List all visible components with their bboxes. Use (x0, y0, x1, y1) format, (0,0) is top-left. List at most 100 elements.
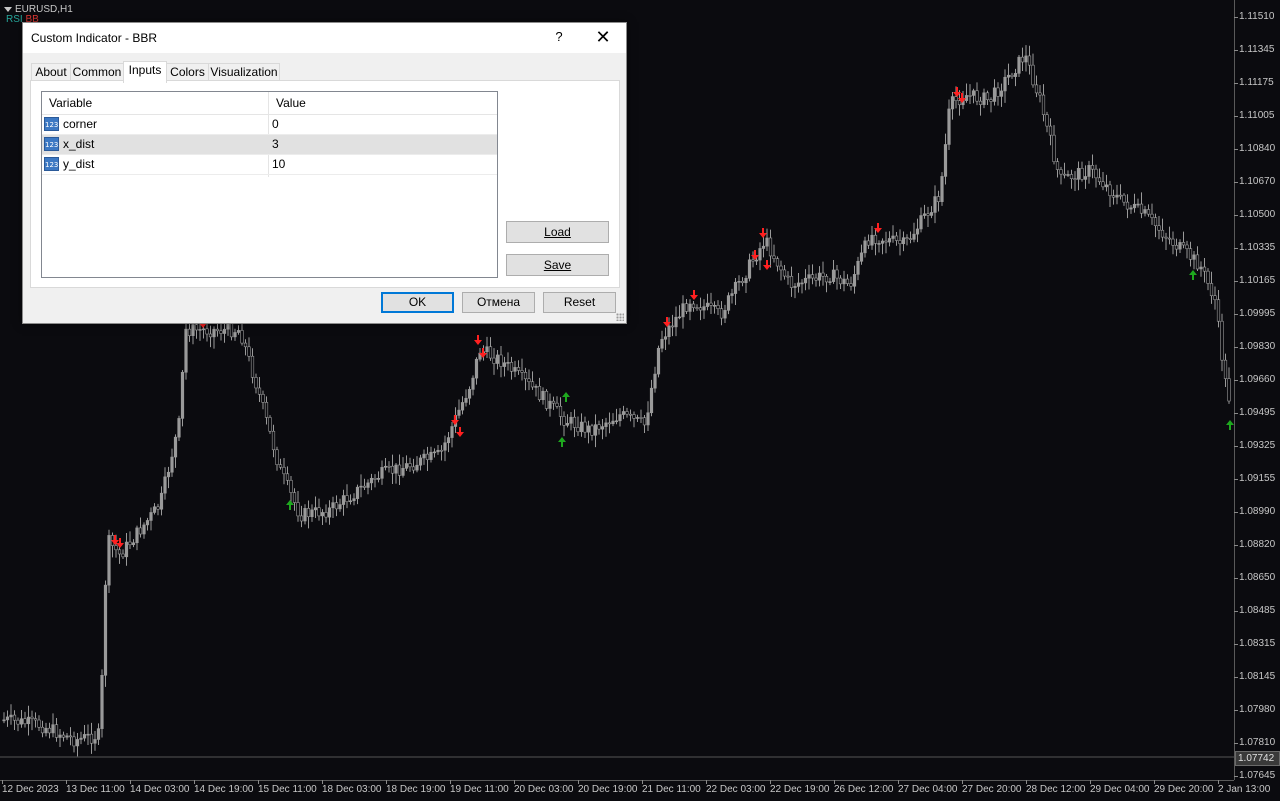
inputs-table[interactable]: Variable Value 123 corner 0 123 x_dist 3… (41, 91, 498, 278)
dialog-title: Custom Indicator - BBR (31, 31, 158, 45)
candle-body (2, 719, 6, 722)
time-axis[interactable]: 12 Dec 2023 13 Dec 11:00 14 Dec 03:00 14 De… (0, 780, 1270, 801)
candle-body (219, 330, 223, 334)
time-tick-label: 22 Dec 03:00 (706, 780, 766, 795)
candle-body (901, 237, 906, 245)
candle-body (1059, 169, 1063, 175)
candle-body (397, 464, 402, 476)
variable-value[interactable]: 3 (272, 135, 279, 154)
candle-body (338, 504, 342, 510)
price-tick-label: 1.08650 (1233, 572, 1276, 583)
candle-body (23, 718, 27, 725)
save-button[interactable]: Save (506, 254, 609, 276)
table-row[interactable]: 123 corner 0 (42, 115, 497, 135)
candle-body (982, 92, 986, 105)
candle-body (1003, 76, 1007, 92)
dialog-title-bar[interactable]: Custom Indicator - BBR ? ✕ (23, 23, 626, 53)
candle-body (488, 346, 493, 359)
candle-body (828, 281, 832, 283)
candle-body (737, 281, 741, 283)
candle-body (796, 282, 801, 287)
candle-body (355, 486, 360, 499)
table-row[interactable]: 123 x_dist 3 (42, 135, 497, 155)
candle-body (968, 95, 972, 97)
candle-body (593, 424, 598, 436)
candle-body (240, 330, 244, 344)
time-tick-label: 12 Dec 2023 (2, 780, 59, 795)
table-row[interactable]: 123 y_dist 10 (42, 155, 497, 175)
candle-body (898, 240, 902, 245)
candle-body (1153, 217, 1158, 226)
dropdown-triangle-icon[interactable] (4, 6, 12, 12)
candle-body (124, 541, 129, 558)
candle-body (19, 718, 24, 725)
ok-button[interactable]: OK (381, 292, 454, 313)
price-tick-label: 1.11510 (1233, 11, 1275, 22)
candle-body (180, 371, 185, 419)
candle-body (159, 492, 164, 510)
table-header: Variable Value (42, 92, 497, 115)
candle-body (373, 477, 377, 480)
price-tick-label: 1.09155 (1233, 473, 1276, 484)
candle-body (1206, 270, 1210, 284)
candle-body (667, 325, 671, 338)
candle-body (555, 402, 559, 407)
candle-body (1171, 238, 1175, 246)
candle-body (131, 542, 136, 546)
resize-grip-icon[interactable] (616, 313, 624, 321)
candle-body (247, 346, 251, 357)
candle-body (394, 464, 398, 474)
candle-body (789, 276, 794, 288)
candle-body (709, 302, 713, 306)
candle-body (299, 515, 304, 522)
candle-body (54, 724, 59, 738)
column-header-value[interactable]: Value (269, 92, 496, 114)
candle-body (457, 409, 461, 416)
candle-body (250, 355, 255, 378)
price-tick-label: 1.09660 (1233, 374, 1276, 385)
candle-body (149, 512, 153, 521)
help-button[interactable]: ? (551, 29, 567, 44)
candle-body (733, 281, 738, 294)
candle-body (544, 390, 549, 409)
candle-body (376, 478, 381, 480)
candle-body (576, 427, 580, 433)
candle-body (1066, 174, 1070, 176)
price-axis[interactable]: 1.11510 1.11345 1.11175 1.11005 1.10840 1.106… (1233, 0, 1280, 781)
sell-arrow-icon (663, 317, 671, 327)
candle-body (537, 386, 542, 401)
candle-body (873, 234, 878, 244)
sell-arrow-icon (759, 228, 767, 238)
candle-body (303, 508, 307, 522)
tab-inputs[interactable]: Inputs (123, 61, 167, 83)
candle-body (467, 389, 472, 399)
cancel-button[interactable]: Отмена (462, 292, 535, 313)
candle-body (275, 449, 279, 465)
candle-body (509, 362, 514, 372)
load-button[interactable]: Load (506, 221, 609, 243)
candle-body (726, 295, 731, 311)
candle-body (138, 527, 143, 535)
column-header-variable[interactable]: Variable (42, 92, 269, 114)
candle-body (943, 144, 948, 177)
candle-body (436, 449, 440, 453)
candle-body (1108, 184, 1112, 197)
candle-body (103, 584, 108, 676)
variable-value[interactable]: 0 (272, 115, 279, 134)
candle-body (551, 400, 556, 404)
candle-body (439, 449, 444, 452)
close-icon[interactable]: ✕ (591, 26, 615, 48)
candle-body (838, 277, 843, 285)
candle-body (495, 354, 500, 364)
candle-body (1122, 194, 1126, 203)
candle-body (677, 316, 682, 319)
candle-body (324, 512, 328, 518)
price-tick-label: 1.11175 (1234, 77, 1274, 88)
candle-body (775, 258, 780, 267)
candle-body (145, 520, 150, 526)
candle-body (891, 235, 895, 239)
variable-value[interactable]: 10 (272, 155, 285, 174)
candle-body (289, 479, 293, 493)
reset-button[interactable]: Reset (543, 292, 616, 313)
candle-body (285, 473, 290, 481)
